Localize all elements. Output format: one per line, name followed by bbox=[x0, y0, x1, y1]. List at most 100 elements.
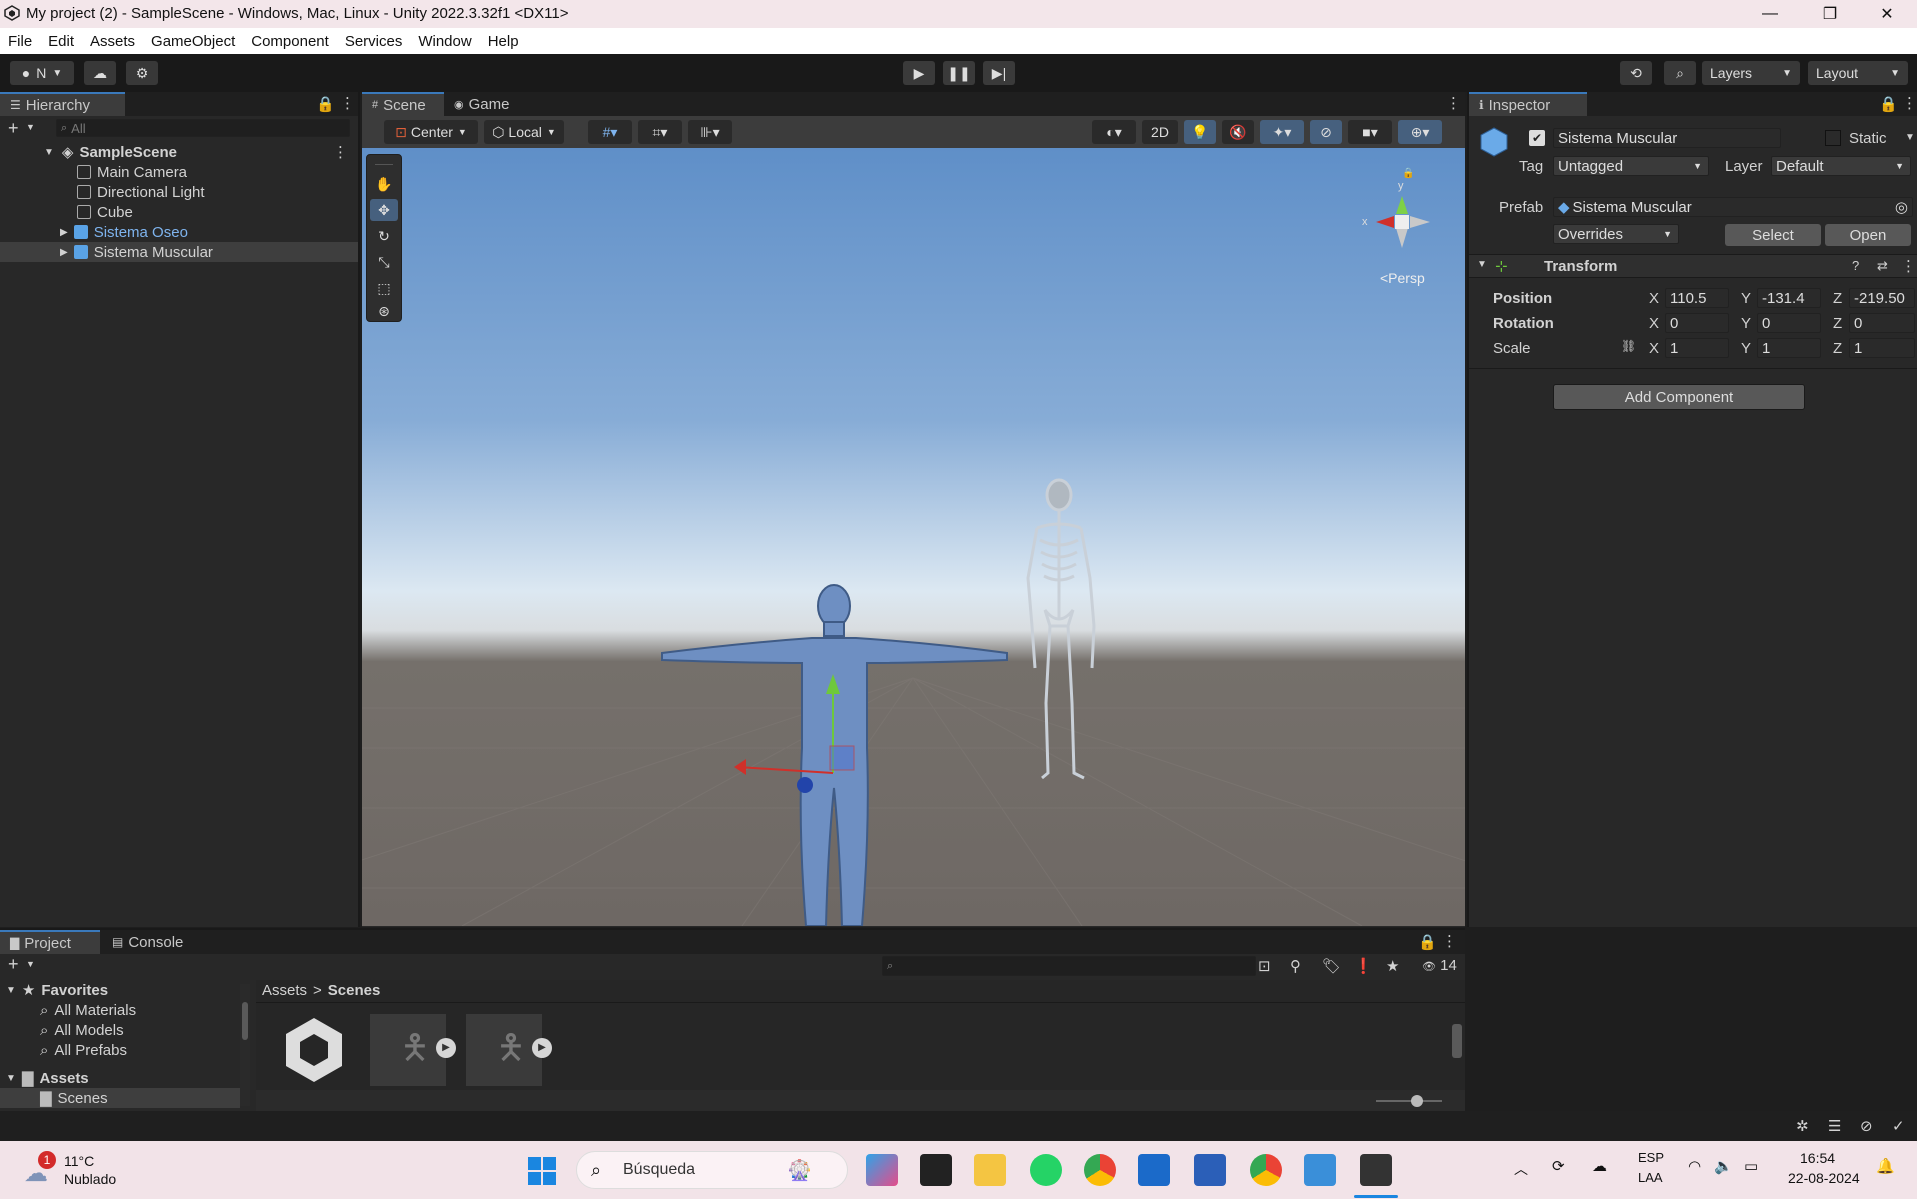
open-button[interactable]: Open bbox=[1825, 224, 1911, 246]
folder-item-scenes[interactable]: ▇ Scenes bbox=[0, 1088, 240, 1108]
star-icon[interactable]: ★ bbox=[1386, 957, 1399, 975]
rotation-z-axis[interactable]: Z bbox=[1833, 315, 1842, 332]
link-icon[interactable]: ⛓ bbox=[1621, 339, 1636, 353]
rotation-x-axis[interactable]: X bbox=[1649, 315, 1659, 332]
scene-root-row[interactable]: ▼ ◈ SampleScene ⋮ bbox=[0, 142, 358, 162]
debug-icon[interactable]: ✲ bbox=[1796, 1117, 1809, 1135]
chevron-down-icon[interactable]: ▼ bbox=[26, 122, 35, 132]
unity-scene-asset-icon[interactable] bbox=[282, 1014, 346, 1084]
history-button[interactable]: ⟲ bbox=[1620, 61, 1652, 85]
step-button[interactable]: ▶| bbox=[983, 61, 1015, 85]
ruler-button[interactable]: ⊪▾ bbox=[688, 120, 732, 144]
chrome-icon[interactable] bbox=[1084, 1154, 1116, 1186]
chevron-right-icon[interactable]: ▶ bbox=[60, 227, 68, 238]
language-bottom[interactable]: LAA bbox=[1638, 1170, 1663, 1185]
effects-toggle[interactable]: ✦▾ bbox=[1260, 120, 1304, 144]
target-icon[interactable]: ◎ bbox=[1895, 198, 1908, 216]
tree-scrollbar-thumb[interactable] bbox=[242, 1002, 248, 1040]
tab-console[interactable]: ▤ Console bbox=[102, 930, 202, 954]
label-icon[interactable]: 🏷 bbox=[1322, 957, 1341, 975]
position-z-axis[interactable]: Z bbox=[1833, 290, 1842, 307]
menu-file[interactable]: File bbox=[0, 33, 40, 50]
position-x-field[interactable]: 110.5 bbox=[1665, 288, 1729, 308]
content-scrollbar-thumb[interactable] bbox=[1452, 1024, 1462, 1058]
tab-game[interactable]: ◉ Game bbox=[444, 92, 526, 116]
scale-x-field[interactable]: 1 bbox=[1665, 338, 1729, 358]
rotation-y-axis[interactable]: Y bbox=[1741, 315, 1751, 332]
more-icon[interactable]: ⋮ bbox=[1442, 932, 1457, 950]
hierarchy-item-sistema-oseo[interactable]: ▶ Sistema Oseo bbox=[0, 222, 358, 242]
hierarchy-item-sistema-muscular[interactable]: ▶ Sistema Muscular bbox=[0, 242, 358, 262]
task-view-icon[interactable] bbox=[920, 1154, 952, 1186]
favorites-row[interactable]: ▼ ★ Favorites bbox=[6, 980, 108, 1000]
scale-z-axis[interactable]: Z bbox=[1833, 340, 1842, 357]
tab-scene[interactable]: # Scene bbox=[362, 92, 444, 116]
overrides-dropdown[interactable]: Overrides ▼ bbox=[1553, 224, 1679, 244]
store-icon[interactable] bbox=[1138, 1154, 1170, 1186]
add-icon[interactable]: + bbox=[8, 954, 19, 975]
move-tool-button[interactable]: ✥ bbox=[370, 199, 398, 221]
hidden-packages-toggle[interactable]: 👁 14 bbox=[1422, 957, 1457, 974]
search-by-type-icon[interactable]: ⊡ bbox=[1258, 957, 1271, 975]
visibility-toggle[interactable]: ⊘ bbox=[1310, 120, 1342, 144]
scene-viewport[interactable]: ✋ ✥ ↻ ⤡ ⬚ ⊛ 🔒 y x <Persp bbox=[362, 148, 1465, 926]
onedrive-icon[interactable]: ☁ bbox=[1592, 1157, 1607, 1175]
layers-stack-icon[interactable]: ☰ bbox=[1828, 1117, 1841, 1135]
clock-date[interactable]: 22-08-2024 bbox=[1788, 1170, 1860, 1186]
hierarchy-item-cube[interactable]: Cube bbox=[0, 202, 358, 222]
clock-time[interactable]: 16:54 bbox=[1800, 1150, 1835, 1166]
account-button[interactable]: ● N ▼ bbox=[10, 61, 74, 85]
lock-icon[interactable]: 🔒 bbox=[1418, 933, 1437, 951]
chevron-up-icon[interactable]: ︿ bbox=[1514, 1159, 1528, 1179]
favorite-item[interactable]: ⌕ All Prefabs bbox=[40, 1040, 127, 1060]
presets-icon[interactable]: ⇄ bbox=[1877, 258, 1888, 274]
rotation-x-field[interactable]: 0 bbox=[1665, 313, 1729, 333]
menu-gameobject[interactable]: GameObject bbox=[143, 33, 243, 50]
help-icon[interactable]: ? bbox=[1852, 258, 1859, 273]
layer-dropdown[interactable]: Default ▼ bbox=[1771, 156, 1911, 176]
menu-services[interactable]: Services bbox=[337, 33, 411, 50]
tab-project[interactable]: ▇ Project bbox=[0, 930, 100, 954]
prefab-field[interactable]: ◆ Sistema Muscular ◎ bbox=[1553, 197, 1913, 217]
tree-scrollbar[interactable] bbox=[240, 984, 250, 1106]
more-icon[interactable]: ⋮ bbox=[340, 94, 355, 112]
chevron-down-icon[interactable]: ▼ bbox=[44, 147, 54, 158]
warning-icon[interactable]: ❗ bbox=[1354, 957, 1373, 975]
rotation-y-field[interactable]: 0 bbox=[1757, 313, 1821, 333]
photos-icon[interactable] bbox=[1304, 1154, 1336, 1186]
cloud-button[interactable]: ☁ bbox=[84, 61, 116, 85]
expand-prefab-button[interactable]: ▶ bbox=[436, 1038, 456, 1058]
start-button[interactable] bbox=[528, 1157, 556, 1185]
menu-component[interactable]: Component bbox=[243, 33, 337, 50]
taskbar-search[interactable]: ⌕ Búsqueda 🎡 bbox=[576, 1151, 848, 1189]
search-button[interactable]: ⌕ bbox=[1664, 61, 1696, 85]
chevron-down-icon[interactable]: ▼ bbox=[1477, 259, 1487, 270]
gizmos-button[interactable]: ⊕▾ bbox=[1398, 120, 1442, 144]
expand-prefab-button[interactable]: ▶ bbox=[532, 1038, 552, 1058]
add-component-button[interactable]: Add Component bbox=[1553, 384, 1805, 410]
copilot-app-icon[interactable] bbox=[866, 1154, 898, 1186]
sync-icon[interactable]: ⟳ bbox=[1552, 1157, 1565, 1175]
object-name-field[interactable]: Sistema Muscular bbox=[1553, 128, 1781, 148]
favorite-item[interactable]: ⌕ All Materials bbox=[40, 1000, 136, 1020]
scale-z-field[interactable]: 1 bbox=[1849, 338, 1915, 358]
language-top[interactable]: ESP bbox=[1638, 1150, 1664, 1165]
breadcrumb-scenes[interactable]: Scenes bbox=[328, 982, 381, 999]
content-scrollbar[interactable] bbox=[1452, 1006, 1462, 1078]
more-icon[interactable]: ⋮ bbox=[1902, 94, 1917, 112]
notifications-icon[interactable]: 🔔 bbox=[1876, 1157, 1895, 1175]
grid-snap-button[interactable]: #▾ bbox=[588, 120, 632, 144]
audio-toggle[interactable]: 🔇 bbox=[1222, 120, 1254, 144]
zoom-slider[interactable] bbox=[1376, 1100, 1442, 1102]
menu-help[interactable]: Help bbox=[480, 33, 527, 50]
check-icon[interactable]: ✓ bbox=[1892, 1117, 1905, 1135]
file-explorer-icon[interactable] bbox=[974, 1154, 1006, 1186]
zoom-slider-handle[interactable] bbox=[1411, 1095, 1423, 1107]
battery-icon[interactable]: ▭ bbox=[1744, 1157, 1758, 1175]
orientation-gizmo[interactable]: 🔒 y x <Persp bbox=[1332, 168, 1442, 286]
chevron-down-icon[interactable]: ▼ bbox=[26, 959, 35, 969]
transform-header[interactable]: ▼ ⊹ Transform ? ⇄ ⋮ bbox=[1469, 254, 1917, 278]
asset-thumbnail-oseo[interactable]: 🯅 bbox=[466, 1014, 542, 1086]
more-icon[interactable]: ⋮ bbox=[1901, 257, 1916, 275]
menu-edit[interactable]: Edit bbox=[40, 33, 82, 50]
